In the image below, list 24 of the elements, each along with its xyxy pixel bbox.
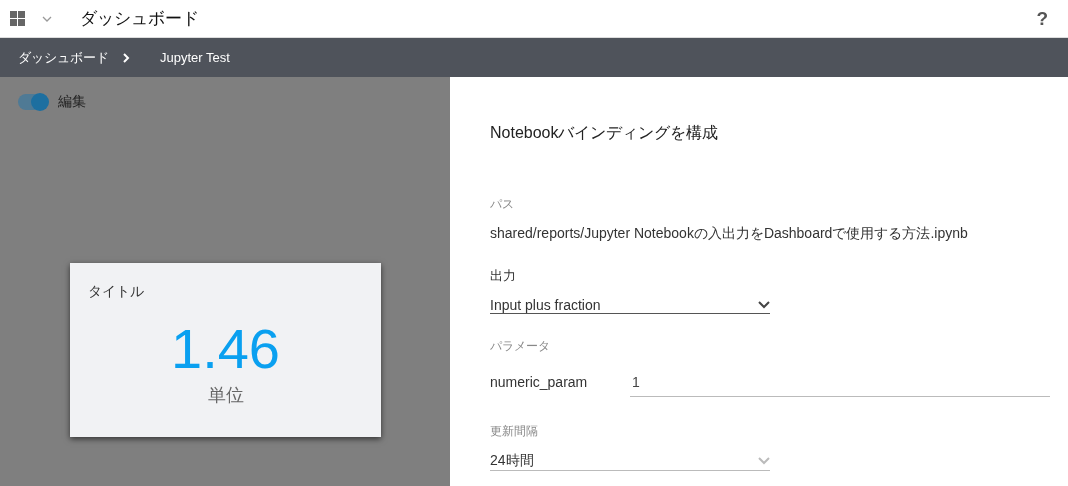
panel-title: Notebookバインディングを構成 — [490, 123, 720, 143]
chevron-right-icon — [123, 52, 130, 63]
field-label: 出力 — [490, 267, 517, 285]
parameter-input[interactable]: 1 — [630, 367, 1050, 397]
chevron-down-icon — [758, 457, 770, 465]
tile-value: 1.46 — [171, 321, 280, 377]
chevron-down-icon — [758, 301, 770, 309]
breadcrumb-link[interactable]: Jupyter Test — [160, 50, 230, 65]
chevron-down-icon[interactable] — [42, 15, 52, 22]
edit-toggle[interactable] — [18, 94, 48, 110]
toggle-label: 編集 — [58, 93, 86, 111]
field-label: パラメータ — [490, 338, 551, 355]
path-text: shared/reports/Jupyter Notebookの入出力をDashboardで使用する方法.ipynb — [490, 225, 969, 243]
tile-title: タイトル — [88, 283, 144, 301]
breadcrumb-link[interactable]: ダッシュボード — [18, 48, 109, 67]
help-button[interactable]: ? — [1036, 7, 1048, 30]
parameter-name: numeric_param — [490, 374, 589, 390]
interval-select[interactable]: 24時間 — [490, 452, 770, 471]
output-select[interactable]: Input plus fraction — [490, 297, 770, 314]
tile-unit: 単位 — [207, 384, 244, 407]
apps-grid-icon[interactable] — [10, 11, 25, 26]
field-label: パス — [490, 196, 515, 213]
field-label: 更新間隔 — [490, 423, 539, 440]
app-title: ダッシュボード — [80, 8, 199, 30]
